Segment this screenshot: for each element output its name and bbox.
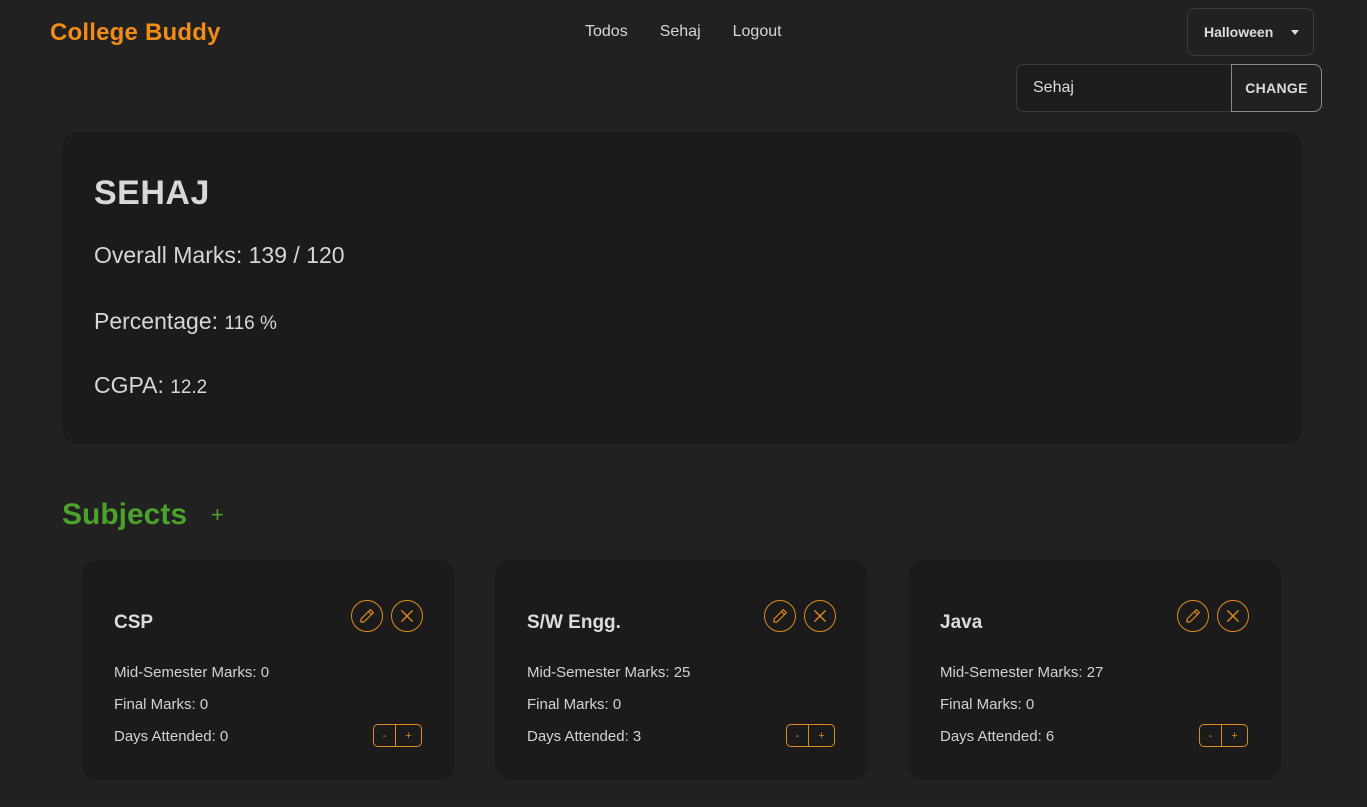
cgpa-value: 12.2 xyxy=(170,377,208,398)
subject-card: CSP Mid-Semester Marks: 0 Final Marks: 0… xyxy=(82,560,455,780)
nav-user-link[interactable]: Sehaj xyxy=(660,23,701,41)
overall-marks: Overall Marks: 139 / 120 xyxy=(94,242,345,269)
chevron-down-icon xyxy=(1291,29,1299,35)
nav-todos-link[interactable]: Todos xyxy=(585,23,628,41)
final-marks: Final Marks: 0 xyxy=(114,696,209,713)
attendance-stepper: - + xyxy=(786,724,835,747)
mid-semester-marks: Mid-Semester Marks: 25 xyxy=(527,664,691,681)
increment-button[interactable]: + xyxy=(809,724,835,747)
overall-marks-label: Overall Marks: xyxy=(94,242,249,268)
cgpa: CGPA: 12.2 xyxy=(94,372,207,399)
main-nav: Todos Sehaj Logout xyxy=(585,23,782,41)
days-attended: Days Attended: 0 xyxy=(114,728,229,745)
attendance-stepper: - + xyxy=(373,724,422,747)
theme-dropdown[interactable]: Halloween xyxy=(1187,8,1314,56)
decrement-button[interactable]: - xyxy=(786,724,809,747)
final-marks: Final Marks: 0 xyxy=(940,696,1035,713)
close-icon xyxy=(401,610,413,622)
percentage: Percentage: 116 % xyxy=(94,308,277,335)
brand-logo[interactable]: College Buddy xyxy=(50,19,221,47)
subject-name: Java xyxy=(940,612,983,633)
delete-subject-button[interactable] xyxy=(804,600,836,632)
pencil-icon xyxy=(360,609,374,623)
percentage-label: Percentage: xyxy=(94,308,225,334)
close-icon xyxy=(1227,610,1239,622)
close-icon xyxy=(814,610,826,622)
theme-selected-label: Halloween xyxy=(1204,24,1274,40)
decrement-button[interactable]: - xyxy=(1199,724,1222,747)
pencil-icon xyxy=(773,609,787,623)
subject-card: Java Mid-Semester Marks: 27 Final Marks:… xyxy=(908,560,1281,780)
subjects-header: Subjects + xyxy=(62,498,224,532)
edit-subject-button[interactable] xyxy=(1177,600,1209,632)
days-attended: Days Attended: 6 xyxy=(940,728,1055,745)
summary-card: SEHAJ Overall Marks: 139 / 120 Percentag… xyxy=(62,132,1302,444)
increment-button[interactable]: + xyxy=(1222,724,1248,747)
edit-subject-button[interactable] xyxy=(764,600,796,632)
mid-semester-marks: Mid-Semester Marks: 27 xyxy=(940,664,1104,681)
overall-marks-value: 139 / 120 xyxy=(248,242,345,268)
percentage-value: 116 % xyxy=(224,313,277,334)
edit-subject-button[interactable] xyxy=(351,600,383,632)
delete-subject-button[interactable] xyxy=(391,600,423,632)
name-input[interactable] xyxy=(1016,64,1231,112)
increment-button[interactable]: + xyxy=(396,724,422,747)
nav-logout-link[interactable]: Logout xyxy=(733,23,782,41)
delete-subject-button[interactable] xyxy=(1217,600,1249,632)
decrement-button[interactable]: - xyxy=(373,724,396,747)
subject-name: S/W Engg. xyxy=(527,612,621,633)
student-name: SEHAJ xyxy=(94,174,210,212)
subjects-title: Subjects xyxy=(62,498,188,531)
subject-name: CSP xyxy=(114,612,154,633)
pencil-icon xyxy=(1186,609,1200,623)
attendance-stepper: - + xyxy=(1199,724,1248,747)
name-change-form: CHANGE xyxy=(1016,64,1322,112)
subject-card: S/W Engg. Mid-Semester Marks: 25 Final M… xyxy=(495,560,868,780)
mid-semester-marks: Mid-Semester Marks: 0 xyxy=(114,664,270,681)
add-subject-button[interactable]: + xyxy=(211,504,224,526)
days-attended: Days Attended: 3 xyxy=(527,728,642,745)
cgpa-label: CGPA: xyxy=(94,372,171,398)
change-name-button[interactable]: CHANGE xyxy=(1231,64,1322,112)
final-marks: Final Marks: 0 xyxy=(527,696,622,713)
